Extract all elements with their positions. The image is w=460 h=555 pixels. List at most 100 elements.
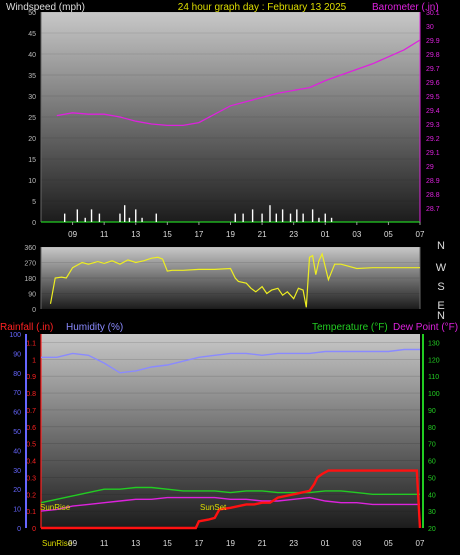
temp-axis-tick: 120 <box>428 357 440 364</box>
x-tick-label: 21 <box>258 539 267 548</box>
temp-axis-tick: 70 <box>428 442 436 449</box>
compass-label: N <box>437 310 445 322</box>
humidity-header: Humidity (%) <box>66 322 123 333</box>
x-tick-label: 21 <box>258 230 267 239</box>
baro-axis-tick: 29.5 <box>426 94 440 101</box>
baro-axis-tick: 29.2 <box>426 136 440 143</box>
rain-axis-tick: 0.7 <box>26 408 36 415</box>
baro-axis-tick: 29.4 <box>426 108 440 115</box>
x-tick-label: 07 <box>416 539 425 548</box>
x-tick-label: 09 <box>68 539 77 548</box>
humidity-axis-tick: 80 <box>13 371 21 378</box>
x-tick-label: 17 <box>194 230 203 239</box>
rain-axis-tick: 0.5 <box>26 442 36 449</box>
rain-axis-tick: 0.6 <box>26 425 36 432</box>
temp-axis-tick: 110 <box>428 374 439 381</box>
dewpoint-header: Dew Point (°F) <box>393 322 458 333</box>
rain-axis-tick: 0.3 <box>26 475 36 482</box>
baro-axis-tick: 29.1 <box>426 150 440 157</box>
rainfall-header: Rainfall (.in) <box>0 322 53 333</box>
x-tick-label: 13 <box>131 230 140 239</box>
humidity-axis-tick: 20 <box>13 487 21 494</box>
rain-axis-tick: 1 <box>32 357 36 364</box>
rain-axis-tick: 0.9 <box>26 374 36 381</box>
chart-canvas: Windspeed (mph) 24 hour graph day : Febr… <box>0 2 458 548</box>
temp-axis-tick: 60 <box>428 459 436 466</box>
temp-axis-tick: 90 <box>428 408 436 415</box>
x-tick-label: 23 <box>289 539 298 548</box>
baro-axis-tick: 30 <box>426 24 434 31</box>
temp-axis-tick: 130 <box>428 340 440 347</box>
humidity-axis-tick: 70 <box>13 390 21 397</box>
wind-axis-tick: 0 <box>32 220 36 227</box>
temp-axis-tick: 80 <box>428 425 436 432</box>
temp-axis-tick: 50 <box>428 475 436 482</box>
compass-label: S <box>437 281 444 293</box>
baro-axis-tick: 29.9 <box>426 38 440 45</box>
baro-axis-tick: 28.8 <box>426 192 440 199</box>
humidity-axis-tick: 100 <box>9 332 21 339</box>
rain-axis-tick: 0.2 <box>26 492 36 499</box>
rain-axis-tick: 0.8 <box>26 391 36 398</box>
rain-axis-tick: 0 <box>32 526 36 533</box>
baro-axis-tick: 28.9 <box>426 178 440 185</box>
wind-axis-tick: 25 <box>28 115 36 122</box>
x-tick-label: 13 <box>131 539 140 548</box>
humidity-axis-tick: 10 <box>13 507 21 514</box>
baro-axis-tick: 29.7 <box>426 66 440 73</box>
x-tick-label: 11 <box>100 539 109 548</box>
wind-axis-tick: 35 <box>28 73 36 80</box>
humidity-axis-tick: 30 <box>13 468 21 475</box>
wind-axis-tick: 10 <box>28 178 36 185</box>
wind-axis-tick: 50 <box>28 10 36 17</box>
direction-axis-tick: 0 <box>32 307 36 314</box>
direction-axis-tick: 90 <box>28 292 36 299</box>
x-tick-label: 05 <box>384 539 393 548</box>
humidity-axis-tick: 50 <box>13 429 21 436</box>
wind-axis-tick: 40 <box>28 52 36 59</box>
x-tick-label: 01 <box>321 230 330 239</box>
temperature-header: Temperature (°F) <box>312 322 388 333</box>
temp-axis-tick: 40 <box>428 492 436 499</box>
baro-axis-tick: 30.1 <box>426 10 440 17</box>
humidity-axis-tick: 90 <box>13 351 21 358</box>
sunrise-annotation: SunRise <box>40 503 71 512</box>
wind-axis-tick: 20 <box>28 136 36 143</box>
humidity-axis-tick: 0 <box>17 526 21 533</box>
x-tick-label: 15 <box>163 230 172 239</box>
temp-axis-tick: 20 <box>428 526 436 533</box>
x-tick-label: 07 <box>416 230 425 239</box>
baro-axis-tick: 29.3 <box>426 122 440 129</box>
direction-axis-tick: 180 <box>24 276 36 283</box>
temp-axis-tick: 30 <box>428 509 436 516</box>
direction-axis-tick: 270 <box>24 261 36 268</box>
x-tick-label: 09 <box>68 230 77 239</box>
weather-graph: Windspeed (mph) 24 hour graph day : Febr… <box>0 0 460 555</box>
compass-label: N <box>437 240 445 252</box>
wind-axis-tick: 5 <box>32 199 36 206</box>
rain-axis-tick: 1.1 <box>26 340 36 347</box>
humidity-axis-tick: 40 <box>13 448 21 455</box>
baro-axis-tick: 29 <box>426 164 434 171</box>
x-tick-label: 01 <box>321 539 330 548</box>
rain-axis-tick: 0.1 <box>26 509 36 516</box>
sunset-annotation: SunSet <box>200 503 227 512</box>
baro-axis-tick: 28.7 <box>426 206 440 213</box>
x-tick-label: 19 <box>226 230 235 239</box>
rain-axis-tick: 0.4 <box>26 459 36 466</box>
humidity-axis-tick: 60 <box>13 410 21 417</box>
temp-axis-tick: 100 <box>428 391 440 398</box>
graph-title: 24 hour graph day : February 13 2025 <box>178 2 347 13</box>
baro-axis-tick: 29.6 <box>426 80 440 87</box>
direction-axis-tick: 360 <box>24 245 36 252</box>
x-tick-label: 11 <box>100 230 109 239</box>
x-tick-label: 19 <box>226 539 235 548</box>
x-tick-label: 23 <box>289 230 298 239</box>
compass-label: W <box>436 262 447 274</box>
x-tick-label: 15 <box>163 539 172 548</box>
wind-axis-tick: 45 <box>28 31 36 38</box>
x-tick-label: 17 <box>194 539 203 548</box>
x-tick-label: 03 <box>352 230 361 239</box>
baro-axis-tick: 29.8 <box>426 52 440 59</box>
wind-axis-tick: 30 <box>28 94 36 101</box>
